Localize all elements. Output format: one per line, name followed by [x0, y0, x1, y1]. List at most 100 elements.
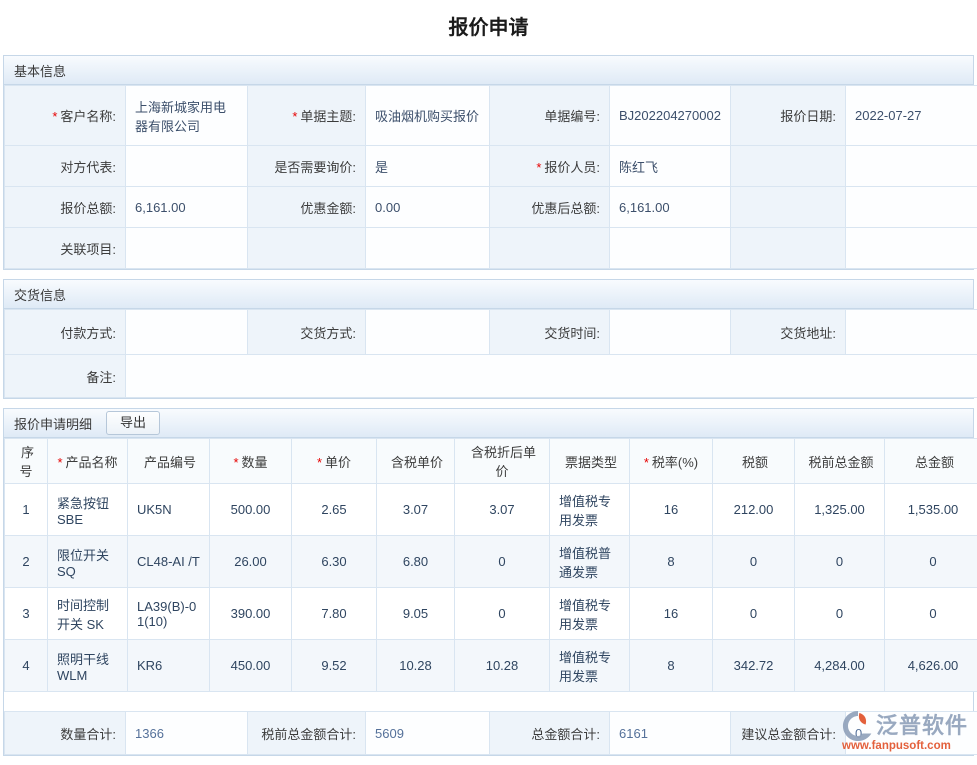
cell-total: 1,535.00	[885, 484, 977, 536]
summary-value: 0	[846, 712, 977, 755]
required-mark: *	[292, 109, 297, 124]
cell-total: 4,626.00	[885, 640, 977, 692]
table-row: 对方代表: 是否需要询价: 是 *报价人员: 陈红飞	[5, 146, 977, 187]
field-label: 优惠金额:	[248, 187, 366, 228]
cell-quantity: 26.00	[210, 536, 292, 588]
field-label: 单据编号:	[490, 86, 610, 146]
cell-tax-rate: 16	[630, 588, 713, 640]
column-header-text: 税前总金额	[808, 455, 873, 470]
field-label-text: 关联项目:	[60, 242, 116, 257]
table-row: 付款方式: 交货方式: 交货时间: 交货地址:	[5, 310, 977, 355]
field-value: 0.00	[366, 187, 490, 228]
column-header-text: 含税折后单价	[471, 445, 536, 479]
detail-panel: 报价申请明细 导出 序号 *产品名称 产品编号 *数量 *单价 含税单价 含税折…	[3, 408, 974, 756]
field-label	[731, 187, 846, 228]
field-label: 交货方式:	[248, 310, 366, 355]
field-label: 备注:	[5, 355, 126, 398]
field-value	[366, 228, 490, 269]
field-value: 是	[366, 146, 490, 187]
basic-info-header: 基本信息	[4, 56, 973, 85]
field-label-text: 交货地址:	[780, 326, 836, 341]
delivery-info-table: 付款方式: 交货方式: 交货时间: 交货地址: 备注:	[4, 309, 977, 398]
delivery-info-title: 交货信息	[14, 285, 66, 304]
column-header-text: 序号	[19, 445, 34, 479]
field-label	[248, 228, 366, 269]
cell-product-name: 限位开关 SQ	[48, 536, 128, 588]
required-mark: *	[57, 455, 62, 470]
column-header-text: 产品名称	[66, 455, 118, 470]
table-row: 报价总额: 6,161.00 优惠金额: 0.00 优惠后总额: 6,161.0…	[5, 187, 977, 228]
field-value: 6,161.00	[610, 187, 731, 228]
field-label: 优惠后总额:	[490, 187, 610, 228]
required-mark: *	[317, 455, 322, 470]
cell-tax-discount-price: 3.07	[455, 484, 550, 536]
summary-table: 数量合计: 1366 税前总金额合计: 5609 总金额合计: 6161 建议总…	[4, 711, 977, 755]
summary-row: 数量合计: 1366 税前总金额合计: 5609 总金额合计: 6161 建议总…	[5, 712, 977, 755]
cell-product-code: UK5N	[128, 484, 210, 536]
field-label: *报价人员:	[490, 146, 610, 187]
summary-label-text: 数量合计:	[60, 727, 116, 742]
field-label: *客户名称:	[5, 86, 126, 146]
column-header-text: 产品编号	[144, 455, 196, 470]
field-label: *单据主题:	[248, 86, 366, 146]
table-row: 备注:	[5, 355, 977, 398]
field-value	[846, 310, 977, 355]
column-header: 序号	[5, 439, 48, 484]
column-header: 税额	[713, 439, 795, 484]
field-label-text: 客户名称:	[60, 109, 116, 124]
field-label: 是否需要询价:	[248, 146, 366, 187]
field-label: 关联项目:	[5, 228, 126, 269]
column-header: *数量	[210, 439, 292, 484]
field-label-text: 报价人员:	[544, 160, 600, 175]
table-row: 4 照明干线 WLM KR6 450.00 9.52 10.28 10.28 增…	[5, 640, 977, 692]
cell-tax-rate: 8	[630, 640, 713, 692]
basic-info-panel: 基本信息 *客户名称: 上海新城家用电器有限公司 *单据主题: 吸油烟机购买报价…	[3, 55, 974, 270]
cell-total: 0	[885, 536, 977, 588]
required-mark: *	[536, 160, 541, 175]
field-label-text: 报价日期:	[780, 109, 836, 124]
field-value: 2022-07-27	[846, 86, 977, 146]
summary-label: 总金额合计:	[490, 712, 610, 755]
cell-product-code: LA39(B)-01(10)	[128, 588, 210, 640]
cell-tax-amount: 342.72	[713, 640, 795, 692]
detail-title: 报价申请明细	[14, 414, 92, 433]
table-row: *客户名称: 上海新城家用电器有限公司 *单据主题: 吸油烟机购买报价 单据编号…	[5, 86, 977, 146]
cell-tax-price: 3.07	[377, 484, 455, 536]
field-label	[731, 146, 846, 187]
basic-info-title: 基本信息	[14, 61, 66, 80]
field-label-text: 备注:	[86, 370, 116, 385]
table-row: 3 时间控制开关 SK LA39(B)-01(10) 390.00 7.80 9…	[5, 588, 977, 640]
summary-label: 建议总金额合计:	[731, 712, 846, 755]
field-value	[846, 228, 977, 269]
field-value	[366, 310, 490, 355]
column-header: *税率(%)	[630, 439, 713, 484]
field-value	[610, 228, 731, 269]
cell-quantity: 390.00	[210, 588, 292, 640]
cell-unit-price: 9.52	[292, 640, 377, 692]
cell-unit-price: 7.80	[292, 588, 377, 640]
field-value: 陈红飞	[610, 146, 731, 187]
detail-table: 序号 *产品名称 产品编号 *数量 *单价 含税单价 含税折后单价 票据类型 *…	[4, 438, 977, 692]
export-button[interactable]: 导出	[106, 411, 160, 435]
cell-invoice-type: 增值税专用发票	[550, 588, 630, 640]
required-mark: *	[644, 455, 649, 470]
field-value	[126, 310, 248, 355]
cell-unit-price: 2.65	[292, 484, 377, 536]
summary-label-text: 总金额合计:	[531, 727, 600, 742]
cell-product-name: 紧急按钮 SBE	[48, 484, 128, 536]
field-value	[126, 355, 977, 398]
cell-tax-rate: 16	[630, 484, 713, 536]
cell-product-code: KR6	[128, 640, 210, 692]
cell-quantity: 500.00	[210, 484, 292, 536]
column-header-text: 税率(%)	[652, 455, 698, 470]
field-label: 付款方式:	[5, 310, 126, 355]
spacer	[4, 692, 973, 711]
cell-tax-price: 6.80	[377, 536, 455, 588]
field-label-text: 交货时间:	[544, 326, 600, 341]
field-value	[126, 228, 248, 269]
summary-value: 5609	[366, 712, 490, 755]
summary-label: 税前总金额合计:	[248, 712, 366, 755]
field-label: 对方代表:	[5, 146, 126, 187]
page-title: 报价申请	[0, 0, 977, 55]
summary-label-text: 税前总金额合计:	[261, 727, 356, 742]
